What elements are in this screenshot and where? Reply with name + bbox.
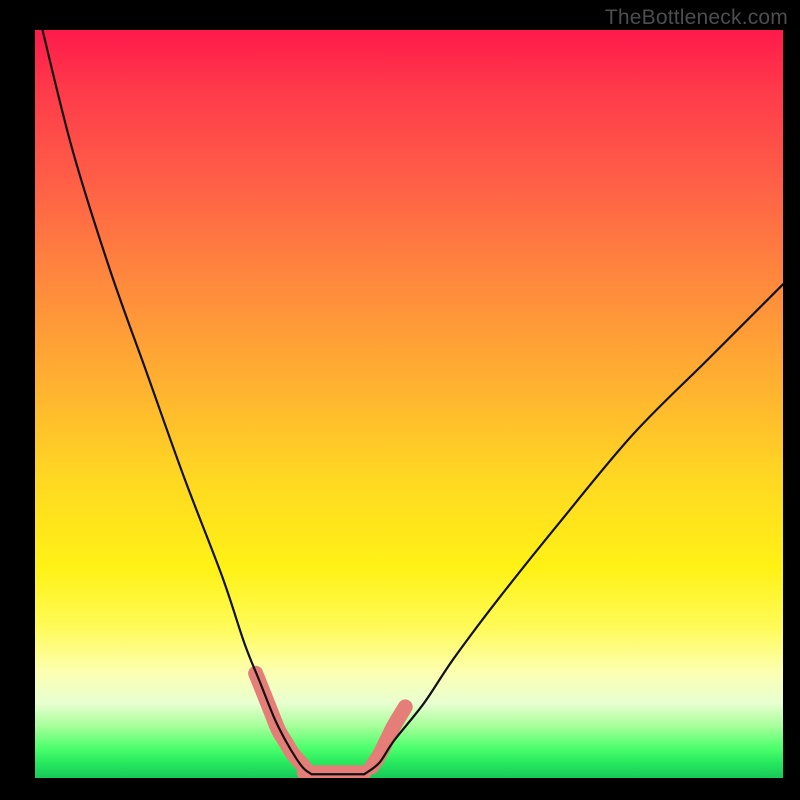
series-right-curve [364, 284, 783, 774]
plot-area [35, 30, 783, 778]
watermark-label: TheBottleneck.com [605, 6, 788, 30]
chart-stage: TheBottleneck.com [0, 0, 800, 800]
curve-layer [35, 30, 783, 778]
series-left-curve [42, 30, 311, 774]
marker-band-right-thick-band [372, 707, 406, 767]
